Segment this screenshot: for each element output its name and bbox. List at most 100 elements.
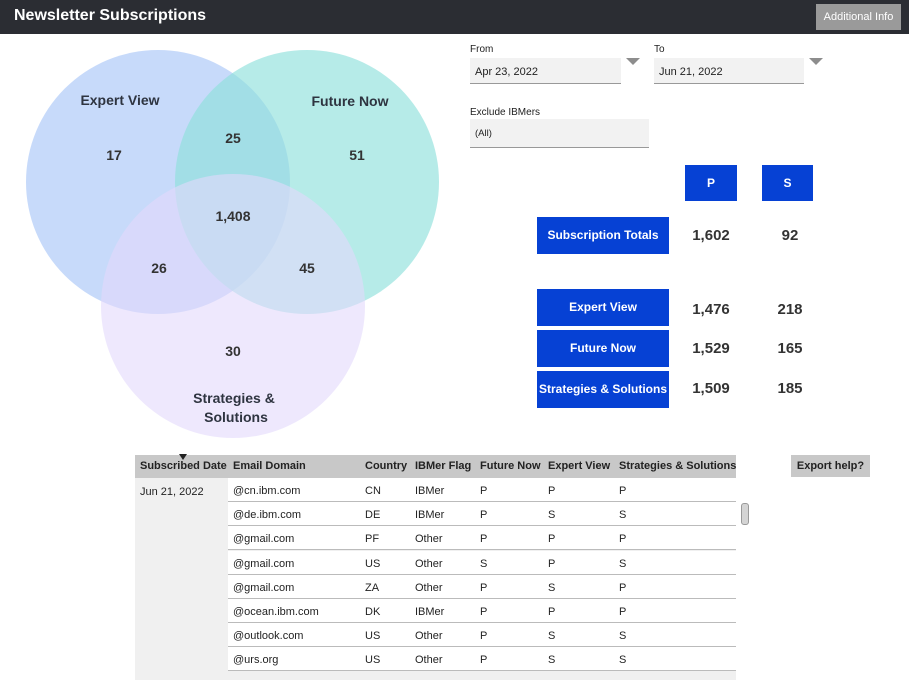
- table-body: Jun 21, 2022 @cn.ibm.com CN IBMer P P P @de.ib…: [135, 478, 749, 680]
- column-header-country[interactable]: Country: [365, 460, 407, 472]
- venn-count-future-only: 51: [349, 147, 365, 163]
- venn-diagram: Expert View Future Now Strategies & Solu…: [26, 50, 439, 438]
- venn-label-strategies-line2: Solutions: [204, 409, 268, 425]
- venn-count-all-three: 1,408: [215, 208, 250, 224]
- email-domain-cell: @de.ibm.com: [233, 509, 302, 522]
- future-now-cell: P: [480, 630, 488, 643]
- strategies-solutions-s-value: 185: [777, 380, 803, 397]
- expert-view-cell: S: [548, 581, 556, 594]
- ibmer-flag-cell: Other: [415, 654, 443, 667]
- expert-view-cell: S: [548, 654, 556, 667]
- exclude-ibmers-select[interactable]: (All): [470, 119, 649, 148]
- column-header-subscribed-date[interactable]: Subscribed Date: [140, 460, 227, 472]
- subscription-totals-button[interactable]: Subscription Totals: [537, 217, 669, 254]
- country-cell: US: [365, 630, 381, 643]
- country-cell: ZA: [365, 581, 380, 594]
- expert-view-p-value: 1,476: [692, 301, 730, 318]
- ibmer-flag-cell: Other: [415, 557, 443, 570]
- strategies-solutions-cell: P: [619, 606, 627, 618]
- venn-count-expert-future: 25: [225, 130, 241, 146]
- strategies-solutions-cell: P: [619, 581, 627, 594]
- email-domain-cell: @gmail.com: [233, 581, 295, 594]
- email-domain-cell: @urs.org: [233, 654, 279, 667]
- ibmer-flag-cell: IBMer: [415, 606, 445, 618]
- future-now-s-value: 165: [777, 340, 803, 357]
- table-header: Subscribed Date Email Domain Country IBM…: [135, 454, 736, 478]
- ibmer-flag-cell: Other: [415, 630, 443, 643]
- subscriptions-table: Subscribed Date Email Domain Country IBM…: [135, 454, 749, 680]
- strategies-solutions-cell: S: [619, 654, 627, 667]
- from-label: From: [470, 44, 494, 55]
- venn-label-expert-view: Expert View: [80, 92, 159, 108]
- email-domain-cell: @cn.ibm.com: [233, 485, 301, 497]
- expert-view-cell: P: [548, 557, 556, 570]
- additional-info-button[interactable]: Additional Info: [816, 4, 901, 30]
- venn-label-strategies-line1: Strategies &: [193, 390, 275, 406]
- country-cell: CN: [365, 485, 381, 497]
- table-row[interactable]: @gmail.com US Other S P S: [228, 550, 736, 575]
- totals-s-value: 92: [781, 227, 799, 244]
- subscribed-date-cell: Jun 21, 2022: [140, 486, 204, 498]
- strategies-solutions-button[interactable]: Strategies & Solutions: [537, 371, 669, 408]
- from-dropdown-icon[interactable]: [626, 58, 640, 65]
- table-row[interactable]: @cn.ibm.com CN IBMer P P P: [228, 478, 736, 502]
- future-now-button[interactable]: Future Now: [537, 330, 669, 367]
- ibmer-flag-cell: Other: [415, 581, 443, 594]
- expert-view-cell: S: [548, 509, 556, 522]
- strategies-solutions-cell: S: [619, 630, 627, 643]
- future-now-cell: P: [480, 533, 488, 546]
- strategies-solutions-cell: S: [619, 509, 627, 522]
- country-cell: US: [365, 654, 381, 667]
- expert-view-cell: P: [548, 533, 556, 546]
- ibmer-flag-cell: Other: [415, 533, 443, 546]
- table-scrollbar[interactable]: [741, 503, 749, 525]
- table-row[interactable]: @outlook.com US Other P S S: [228, 623, 736, 648]
- exclude-ibmers-label: Exclude IBMers: [470, 107, 541, 118]
- ibmer-flag-cell: IBMer: [415, 509, 445, 522]
- column-header-ibmer-flag[interactable]: IBMer Flag: [415, 460, 471, 472]
- strategies-solutions-cell: P: [619, 485, 627, 497]
- country-cell: US: [365, 557, 381, 570]
- country-cell: DE: [365, 509, 381, 522]
- title-bar: Newsletter Subscriptions Additional Info: [0, 0, 909, 34]
- table-row[interactable]: @gmail.com PF Other P P P: [228, 526, 736, 551]
- column-header-future-now[interactable]: Future Now: [480, 460, 541, 472]
- column-header-email-domain[interactable]: Email Domain: [233, 460, 306, 472]
- totals-p-value: 1,602: [692, 227, 730, 244]
- strategies-solutions-cell: P: [619, 533, 627, 546]
- s-column-button[interactable]: S: [762, 165, 813, 201]
- table-row[interactable]: @gmail.com ZA Other P S P: [228, 574, 736, 599]
- expert-view-s-value: 218: [777, 301, 803, 318]
- table-row[interactable]: @urs.org US Other P S S: [228, 647, 736, 672]
- column-header-strategies-solutions[interactable]: Strategies & Solutions: [619, 460, 736, 472]
- venn-count-expert-strategies: 26: [151, 260, 167, 276]
- future-now-cell: P: [480, 509, 488, 522]
- future-now-p-value: 1,529: [692, 340, 730, 357]
- future-now-cell: P: [480, 654, 488, 667]
- expert-view-cell: S: [548, 630, 556, 643]
- to-label: To: [654, 44, 665, 55]
- venn-count-future-strategies: 45: [299, 260, 315, 276]
- expert-view-button[interactable]: Expert View: [537, 289, 669, 326]
- future-now-cell: P: [480, 581, 488, 594]
- export-help-button[interactable]: Export help?: [791, 455, 870, 477]
- venn-count-strategies-only: 30: [225, 343, 241, 359]
- from-date-field[interactable]: Apr 23, 2022: [470, 58, 621, 84]
- venn-count-expert-only: 17: [106, 147, 122, 163]
- expert-view-cell: P: [548, 485, 556, 497]
- ibmer-flag-cell: IBMer: [415, 485, 445, 497]
- table-row[interactable]: @ocean.ibm.com DK IBMer P P P: [228, 599, 736, 623]
- venn-label-future-now: Future Now: [312, 93, 389, 109]
- country-cell: PF: [365, 533, 380, 546]
- to-date-field[interactable]: Jun 21, 2022: [654, 58, 804, 84]
- email-domain-cell: @gmail.com: [233, 557, 295, 570]
- page-title: Newsletter Subscriptions: [14, 7, 207, 24]
- column-header-expert-view[interactable]: Expert View: [548, 460, 610, 472]
- table-row[interactable]: @de.ibm.com DE IBMer P S S: [228, 502, 736, 527]
- p-column-button[interactable]: P: [685, 165, 737, 201]
- to-dropdown-icon[interactable]: [809, 58, 823, 65]
- future-now-cell: P: [480, 606, 488, 618]
- strategies-solutions-p-value: 1,509: [692, 380, 730, 397]
- future-now-cell: P: [480, 485, 488, 497]
- email-domain-cell: @ocean.ibm.com: [233, 606, 319, 618]
